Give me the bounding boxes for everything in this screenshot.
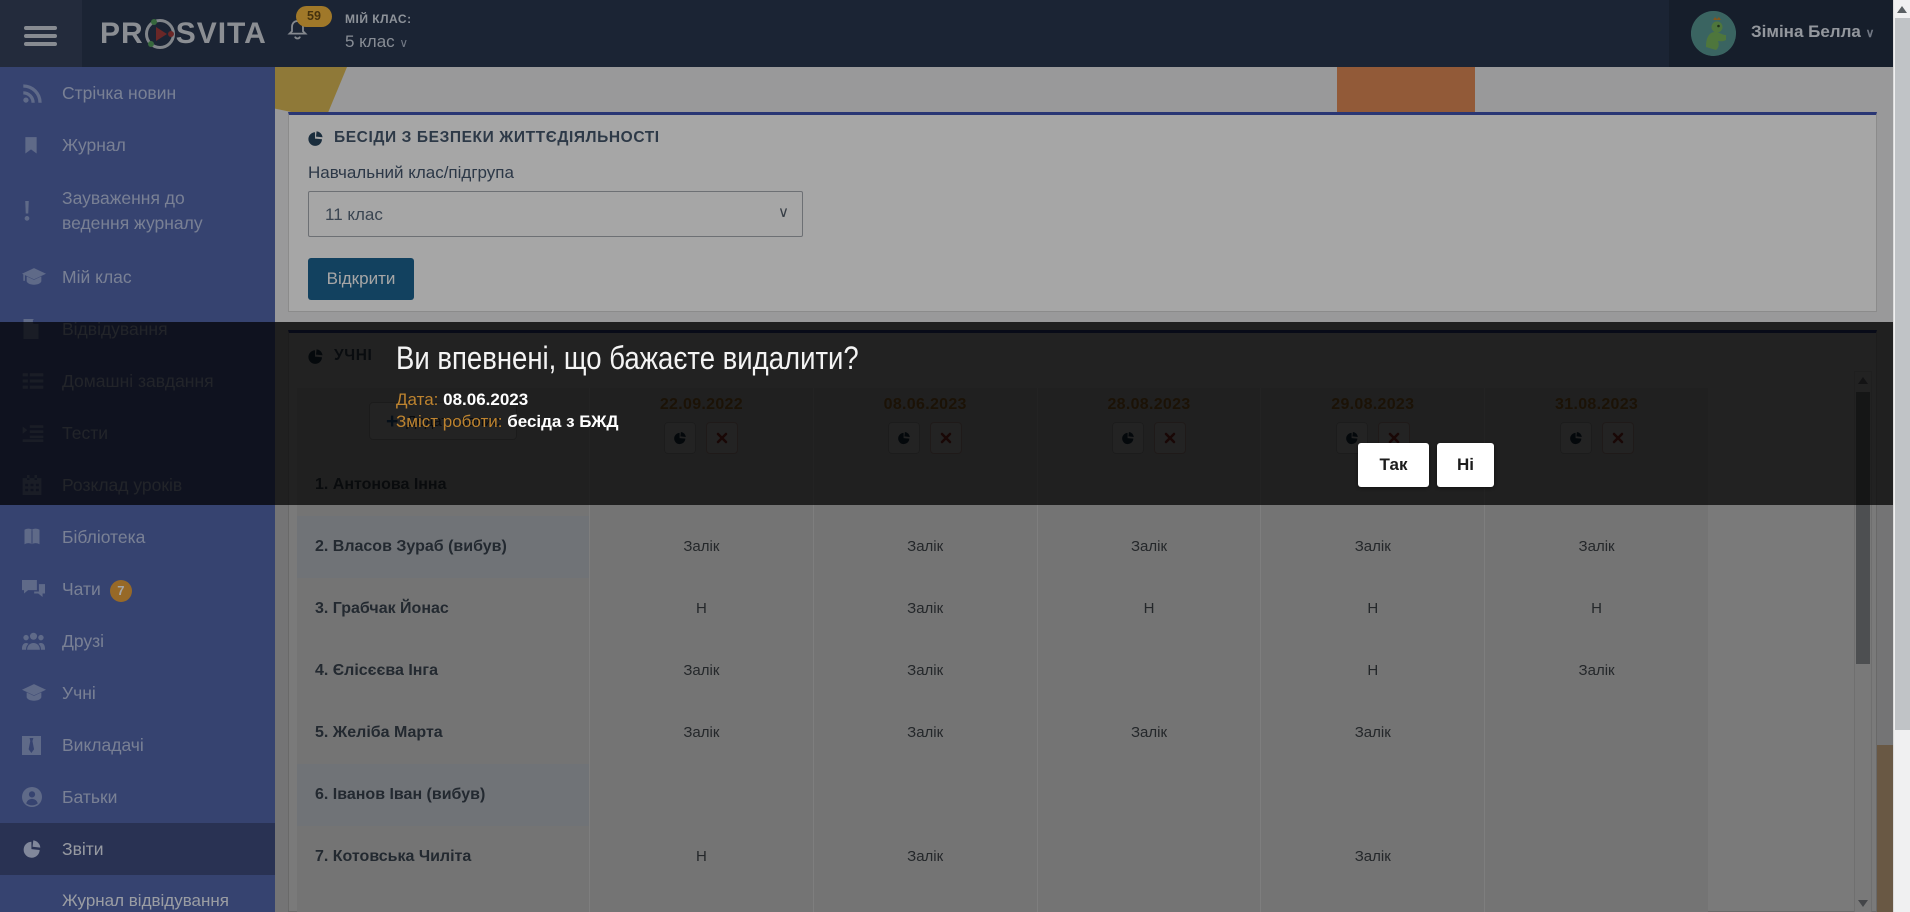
dialog-date-value: 08.06.2023 (443, 390, 528, 409)
confirm-no-button[interactable]: Ні (1437, 443, 1494, 487)
window-scrollbar-thumb[interactable] (1895, 18, 1910, 730)
scroll-up-icon (1897, 6, 1907, 13)
dialog-date-label: Дата: (396, 390, 438, 409)
window-scrollbar[interactable] (1893, 0, 1910, 912)
confirm-yes-button[interactable]: Так (1358, 443, 1429, 487)
app-root: PRSVITA 59 МІЙ КЛАС: 5 клас ∨ (0, 0, 1910, 912)
dialog-title: Ви впевнені, що бажаєте видалити? (396, 340, 859, 377)
dialog-content-label: Зміст роботи: (396, 412, 502, 431)
delete-confirm-dialog: Ви впевнені, що бажаєте видалити? Дата: … (0, 322, 1893, 505)
dialog-content-value: бесіда з БЖД (507, 412, 618, 431)
